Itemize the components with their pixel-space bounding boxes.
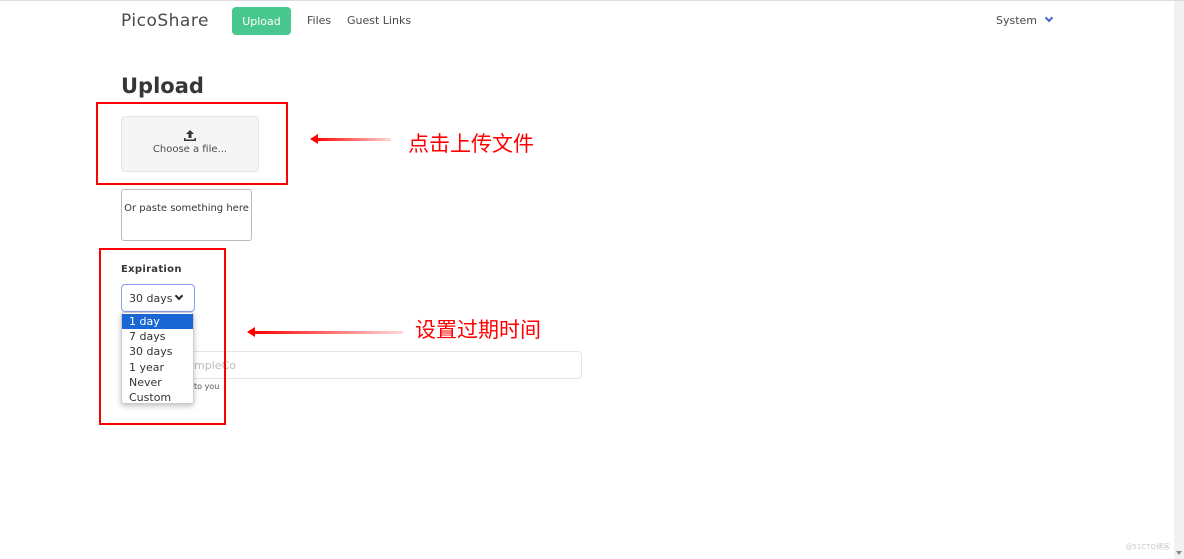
scroll-down-icon[interactable] [1176, 551, 1182, 555]
nav-upload-button[interactable]: Upload [232, 7, 291, 35]
annotation-text-upload: 点击上传文件 [408, 132, 534, 156]
paste-textarea[interactable]: Or paste something here [121, 189, 252, 241]
brand-logo[interactable]: PicoShare [121, 11, 209, 31]
system-menu[interactable]: System [996, 13, 1054, 27]
nav-guest-links[interactable]: Guest Links [347, 14, 411, 27]
annotation-text-expiration: 设置过期时间 [415, 318, 541, 342]
page-title: Upload [121, 74, 204, 98]
chevron-down-icon [1044, 13, 1054, 23]
annotation-arrow-upload [310, 134, 391, 144]
annotation-box-upload [96, 102, 288, 185]
nav-files[interactable]: Files [307, 14, 331, 27]
annotation-box-expiration [99, 248, 226, 425]
annotation-arrow-expiration [247, 327, 403, 337]
scrollbar[interactable] [1174, 1, 1184, 559]
system-label: System [996, 14, 1038, 27]
watermark: @51CTO博客 [1125, 543, 1170, 551]
